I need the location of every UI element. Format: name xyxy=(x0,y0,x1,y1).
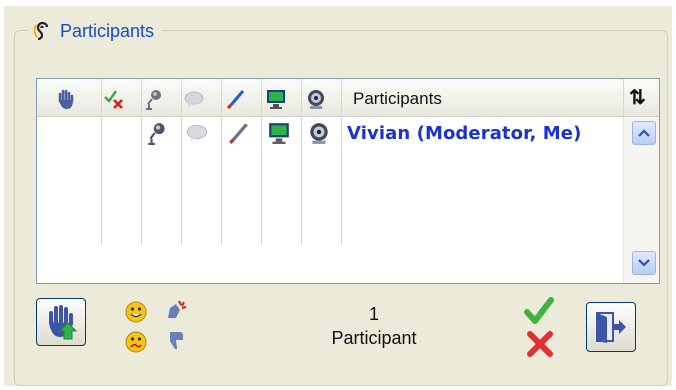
exit-door-icon xyxy=(596,312,626,343)
column-separator xyxy=(141,79,142,245)
participants-grid[interactable]: Participants ⇅ Vivian (Moderator, Me) xyxy=(36,78,660,284)
desktop-share-icon[interactable] xyxy=(267,121,291,145)
thumbs-down-icon[interactable] xyxy=(164,328,188,352)
scroll-up-button[interactable] xyxy=(632,121,656,145)
participant-count-number: 1 xyxy=(368,304,379,324)
participants-panel: Participants Participants ⇅ Vivian (Mode… xyxy=(4,6,672,386)
raise-hand-button[interactable] xyxy=(36,298,86,346)
webcam-icon[interactable] xyxy=(305,88,327,110)
column-separator xyxy=(221,79,222,245)
raise-hand-icon[interactable] xyxy=(55,88,77,110)
participants-column-header[interactable]: Participants xyxy=(353,89,442,109)
applause-icon[interactable] xyxy=(164,298,188,322)
column-separator xyxy=(341,79,342,245)
microphone-icon[interactable] xyxy=(145,121,169,145)
participant-count-label: Participant xyxy=(331,328,417,348)
chevron-down-icon xyxy=(638,259,650,267)
ear-icon xyxy=(34,21,49,41)
vertical-scrollbar[interactable] xyxy=(623,117,659,283)
leave-meeting-button[interactable] xyxy=(586,302,636,352)
participant-name[interactable]: Vivian (Moderator, Me) xyxy=(347,123,581,144)
column-separator xyxy=(181,79,182,245)
panel-title: Participants xyxy=(60,20,155,41)
sort-toggle-icon[interactable]: ⇅ xyxy=(629,85,646,110)
smiley-happy-icon[interactable] xyxy=(124,300,148,324)
panel-legend: Participants xyxy=(28,18,163,44)
participant-count: 1 Participant xyxy=(304,302,444,350)
raise-hand-up-icon xyxy=(49,305,78,340)
webcam-icon[interactable] xyxy=(307,121,331,145)
pen-icon[interactable] xyxy=(225,88,247,110)
column-separator xyxy=(101,79,102,245)
microphone-icon[interactable] xyxy=(143,88,165,110)
scroll-down-button[interactable] xyxy=(632,251,656,275)
chevron-up-icon xyxy=(638,129,650,137)
pen-icon[interactable] xyxy=(227,121,251,145)
chat-bubble-icon[interactable] xyxy=(183,88,205,110)
approve-deny-icon[interactable] xyxy=(103,88,125,110)
column-separator xyxy=(261,79,262,245)
smiley-confused-icon[interactable] xyxy=(124,330,148,354)
deny-x-icon[interactable] xyxy=(526,330,554,358)
column-separator xyxy=(301,79,302,245)
chat-bubble-icon[interactable] xyxy=(185,121,209,145)
desktop-share-icon[interactable] xyxy=(265,88,287,110)
grid-header: Participants ⇅ xyxy=(37,79,659,117)
approve-check-icon[interactable] xyxy=(524,296,554,326)
